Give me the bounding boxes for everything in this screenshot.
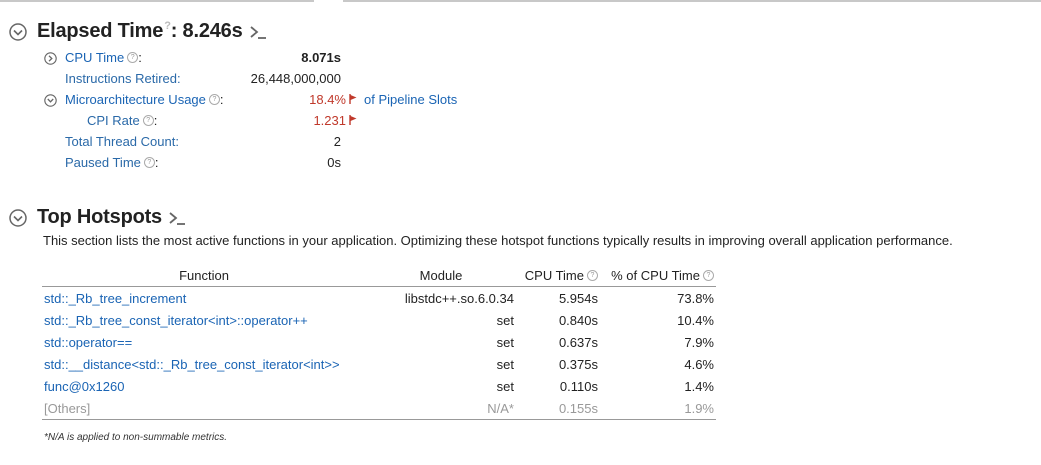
help-icon[interactable]: ? — [127, 52, 139, 63]
percent-cell: 10.4% — [677, 312, 714, 328]
help-icon[interactable]: ? — [208, 94, 220, 105]
table-row[interactable]: std::_Rb_tree_increment libstdc++.so.6.0.… — [42, 287, 716, 310]
metric-value: 0s — [327, 155, 341, 170]
metric-row-cpu-time: CPU Time?: 8.071s — [0, 48, 600, 68]
cpu-time-cell: 0.637s — [558, 334, 598, 350]
module-cell: set — [496, 378, 514, 394]
metric-value: 8.071s — [301, 50, 341, 65]
elapsed-time-title: Elapsed Time?: 8.246s — [37, 20, 243, 42]
table-header-row: Function Module CPU Time? % of CPU Time? — [42, 264, 716, 287]
top-divider-left — [0, 0, 314, 2]
cpu-time-cell: 0.375s — [558, 356, 598, 372]
cpu-time-cell: 5.954s — [558, 290, 598, 306]
command-line-icon[interactable] — [168, 210, 186, 226]
function-cell[interactable]: func@0x1260 — [42, 375, 366, 397]
percent-cell: 4.6% — [684, 356, 714, 372]
metric-value: 2 — [333, 134, 341, 149]
column-percent-cpu-time[interactable]: % of CPU Time? — [600, 264, 716, 287]
function-cell[interactable]: std::_Rb_tree_const_iterator<int>::opera… — [42, 309, 366, 331]
cpu-time-cell: 0.155s — [516, 397, 600, 420]
metric-label: Total Thread Count: — [65, 134, 179, 149]
function-cell: [Others] — [42, 397, 366, 420]
metric-row-microarchitecture-usage: Microarchitecture Usage?: 18.4% of Pipelin… — [0, 90, 600, 110]
warning-flag-icon — [349, 111, 357, 131]
percent-cell: 1.9% — [600, 397, 716, 420]
top-hotspots-title: Top Hotspots — [37, 206, 162, 228]
warning-flag-icon — [349, 90, 357, 110]
metric-label: Instructions Retired: — [65, 71, 181, 86]
expand-circle-icon[interactable] — [44, 93, 57, 113]
table-row[interactable]: std::operator== set 0.637s 7.9% — [42, 331, 716, 353]
module-cell: libstdc++.so.6.0.34 — [404, 290, 514, 306]
metric-row-cpi-rate: CPI Rate?: 1.231 — [0, 111, 600, 131]
elapsed-time-header: Elapsed Time?: 8.246s — [9, 20, 267, 43]
function-cell[interactable]: std::_Rb_tree_increment — [42, 287, 366, 310]
column-cpu-time[interactable]: CPU Time? — [516, 264, 600, 287]
percent-cell: 1.4% — [684, 378, 714, 394]
command-line-icon[interactable] — [249, 24, 267, 40]
top-hotspots-header: Top Hotspots — [9, 206, 186, 229]
function-cell[interactable]: std::operator== — [42, 331, 366, 353]
pipeline-slots-link[interactable]: of Pipeline Slots — [364, 90, 457, 110]
column-function[interactable]: Function — [42, 264, 366, 287]
percent-cell: 7.9% — [684, 334, 714, 350]
hotspots-description: This section lists the most active funct… — [43, 233, 953, 248]
function-cell[interactable]: std::__distance<std::_Rb_tree_const_iter… — [42, 353, 366, 375]
module-cell: set — [496, 312, 514, 328]
module-cell: set — [496, 356, 514, 372]
help-icon[interactable]: ? — [142, 115, 154, 126]
collapse-circle-icon[interactable] — [9, 22, 27, 41]
module-cell: N/A* — [366, 397, 516, 420]
module-cell: set — [496, 334, 514, 350]
cpu-time-cell: 0.110s — [559, 378, 598, 394]
column-module[interactable]: Module — [366, 264, 516, 287]
metric-row-paused-time: Paused Time?: 0s — [0, 153, 600, 173]
metric-value: 26,448,000,000 — [250, 71, 341, 86]
hotspots-table: Function Module CPU Time? % of CPU Time?… — [42, 264, 716, 420]
collapse-circle-icon[interactable] — [9, 208, 27, 227]
metric-label: CPI Rate?: — [87, 113, 158, 128]
na-footnote: *N/A is applied to non-summable metrics. — [44, 432, 228, 443]
help-icon[interactable]: ? — [587, 269, 598, 281]
metric-row-total-thread-count: Total Thread Count: 2 — [0, 132, 600, 152]
help-icon[interactable]: ? — [143, 157, 155, 168]
metric-value: 1.231 — [313, 111, 357, 131]
metric-label: Paused Time?: — [65, 155, 159, 170]
help-icon[interactable]: ? — [703, 269, 714, 281]
percent-cell: 73.8% — [677, 290, 714, 306]
table-row[interactable]: std::__distance<std::_Rb_tree_const_iter… — [42, 353, 716, 375]
metric-value: 18.4% — [309, 90, 357, 110]
table-row[interactable]: std::_Rb_tree_const_iterator<int>::opera… — [42, 309, 716, 331]
elapsed-time-value: : 8.246s — [170, 20, 243, 42]
metric-label[interactable]: Microarchitecture Usage?: — [65, 90, 224, 110]
metric-label[interactable]: CPU Time?: — [65, 48, 142, 68]
table-row[interactable]: func@0x1260 set 0.110s 1.4% — [42, 375, 716, 397]
cpu-time-cell: 0.840s — [558, 312, 598, 328]
top-divider-right — [343, 0, 1041, 2]
expand-circle-icon[interactable] — [44, 51, 57, 71]
metric-row-instructions-retired: Instructions Retired: 26,448,000,000 — [0, 69, 600, 89]
table-row[interactable]: [Others] N/A* 0.155s 1.9% — [42, 397, 716, 420]
